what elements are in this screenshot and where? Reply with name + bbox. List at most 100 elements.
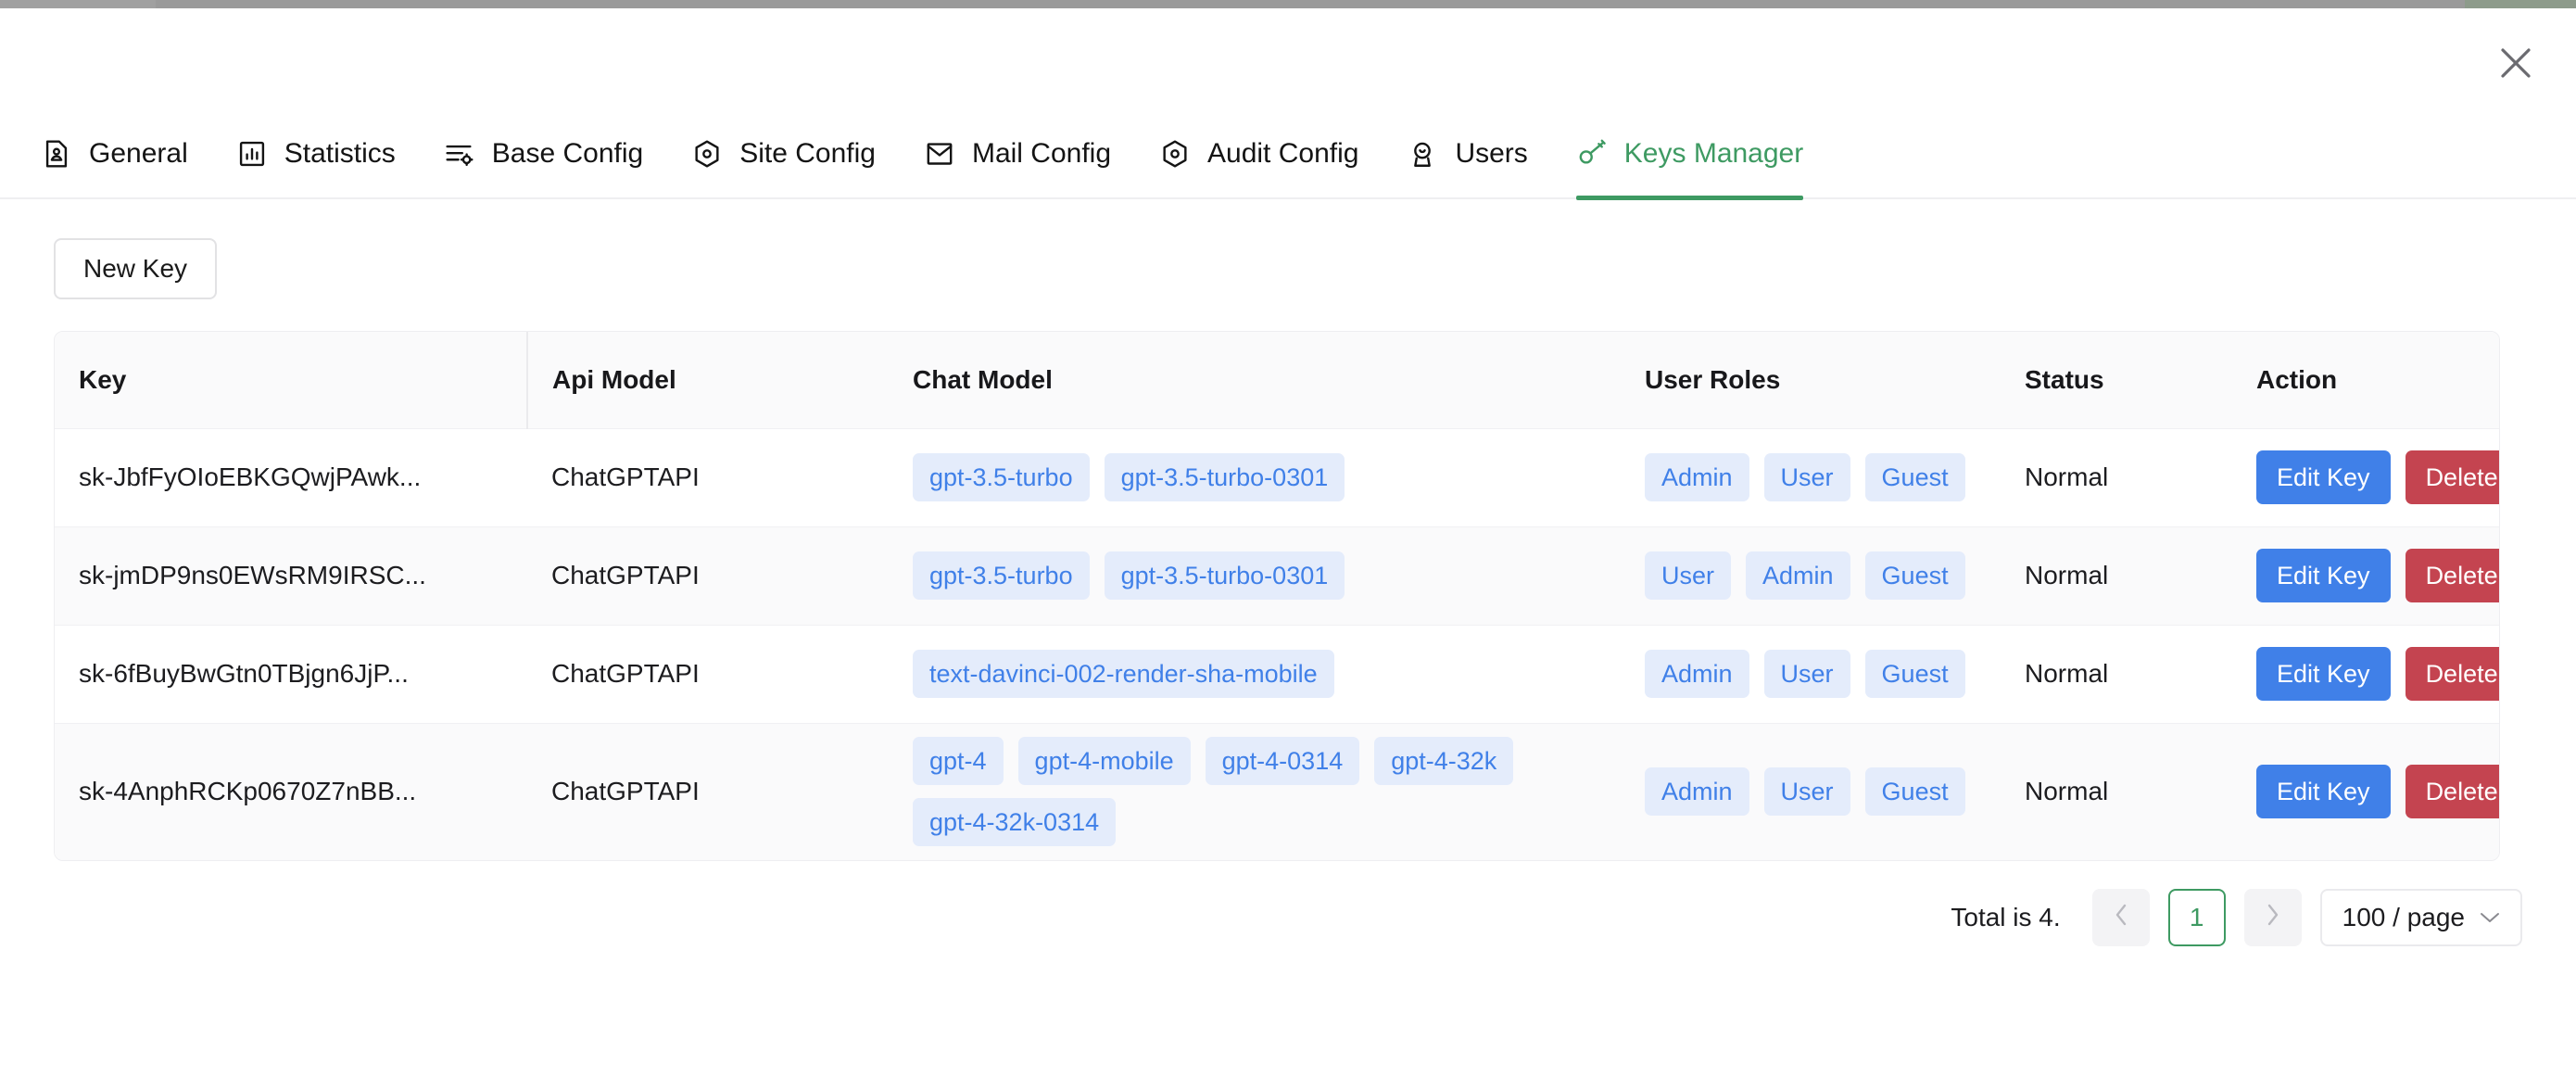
user-role-tag: Guest [1864, 551, 1965, 600]
edit-key-button[interactable]: Edit Key [2256, 450, 2391, 504]
pagination-page-1-button[interactable]: 1 [2167, 889, 2226, 946]
page-size-label: 100 / page [2342, 903, 2465, 931]
cell-key: sk-6fBuyBwGtn0TBjgn6JjP... [79, 659, 409, 688]
cell-user-roles: Admin User Guest [1621, 625, 2001, 723]
mail-icon [924, 138, 955, 170]
cell-status: Normal [2025, 777, 2109, 806]
tab-statistics[interactable]: Statistics [212, 109, 420, 198]
cell-status: Normal [2025, 462, 2109, 491]
user-role-tag: User [1763, 650, 1850, 698]
action-button-group: Edit Key Delete Key [2256, 549, 2499, 602]
cell-chat-models: gpt-3.5-turbo gpt-3.5-turbo-0301 [889, 526, 1621, 625]
tab-mail-config[interactable]: Mail Config [900, 109, 1135, 198]
delete-key-button[interactable]: Delete Key [2405, 549, 2499, 602]
chat-model-tag-list: text-davinci-002-render-sha-mobile [913, 650, 1621, 698]
tab-audit-config[interactable]: Audit Config [1135, 109, 1383, 198]
cell-api-model: ChatGPTAPI [551, 462, 700, 491]
delete-key-button[interactable]: Delete Key [2405, 765, 2499, 819]
user-role-tag: Admin [1645, 767, 1749, 817]
tab-general[interactable]: General [17, 109, 212, 198]
toolbar: New Key [0, 199, 2576, 299]
tab-site-config[interactable]: Site Config [667, 109, 900, 198]
user-role-tag: Admin [1645, 453, 1749, 501]
background-bleed-left [0, 0, 156, 8]
cell-key: sk-4AnphRCKp0670Z7nBB... [79, 777, 417, 806]
cell-action: Edit Key Delete Key [2232, 625, 2499, 723]
user-role-tag-list: Admin User Guest [1645, 453, 2001, 501]
pagination-next-button[interactable] [2243, 889, 2302, 946]
chevron-left-icon [2113, 902, 2129, 934]
tab-label: Statistics [284, 138, 396, 169]
cell-action: Edit Key Delete Key [2232, 723, 2499, 860]
pagination: Total is 4. 1 100 / page [0, 889, 2522, 946]
table-row: sk-JbfFyOIoEBKGQwjPAwk... ChatGPTAPI gpt-3… [55, 428, 2499, 526]
chat-model-tag: gpt-4-32k-0314 [913, 798, 1117, 847]
cell-user-roles: Admin User Guest [1621, 428, 2001, 526]
tab-label: Users [1455, 138, 1528, 169]
chat-model-tag: gpt-3.5-turbo [913, 453, 1090, 501]
user-role-tag-list: Admin User Guest [1645, 767, 2001, 817]
edit-key-button[interactable]: Edit Key [2256, 647, 2391, 701]
tab-base-config[interactable]: Base Config [420, 109, 667, 198]
keys-table-container: Key Api Model Chat Model User Roles Status Ac… [54, 331, 2500, 861]
chat-model-tag-list: gpt-4 gpt-4-mobile gpt-4-0314 gpt-4-32k gpt-… [913, 737, 1621, 847]
settings-modal: General Statistics Base Config Site Config M… [0, 8, 2576, 1077]
chat-model-tag: gpt-4-mobile [1017, 737, 1191, 786]
cell-action: Edit Key Delete Key [2232, 428, 2499, 526]
cell-key: sk-jmDP9ns0EWsRM9IRSC... [79, 561, 426, 589]
pagination-total: Total is 4. [1951, 903, 2061, 931]
cell-action: Edit Key Delete Key [2232, 526, 2499, 625]
settings-tab-bar: General Statistics Base Config Site Config M… [0, 109, 2576, 200]
column-header-key: Key [79, 364, 127, 394]
background-bleed-right [2465, 0, 2576, 8]
tab-label: Site Config [739, 138, 876, 169]
page-size-select[interactable]: 100 / page [2319, 889, 2522, 946]
chat-model-tag: gpt-4 [913, 737, 1004, 786]
chat-model-tag: gpt-4-32k [1374, 737, 1514, 786]
tab-label: General [89, 138, 188, 169]
user-role-tag: Guest [1864, 453, 1965, 501]
cell-chat-models: gpt-4 gpt-4-mobile gpt-4-0314 gpt-4-32k gpt-… [889, 723, 1621, 860]
background-bleed-strip [0, 0, 2576, 8]
table-row: sk-jmDP9ns0EWsRM9IRSC... ChatGPTAPI gpt-3.… [55, 526, 2499, 625]
user-role-tag: User [1645, 551, 1732, 600]
action-button-group: Edit Key Delete Key [2256, 647, 2499, 701]
cell-user-roles: Admin User Guest [1621, 723, 2001, 860]
document-user-icon [41, 138, 72, 170]
column-header-user-roles: User Roles [1645, 364, 1781, 394]
new-key-button[interactable]: New Key [54, 238, 218, 299]
edit-key-button[interactable]: Edit Key [2256, 765, 2391, 819]
bar-chart-icon [236, 138, 268, 170]
tab-label: Audit Config [1207, 138, 1359, 169]
chevron-down-icon [2480, 911, 2500, 924]
table-body: sk-JbfFyOIoEBKGQwjPAwk... ChatGPTAPI gpt-3… [55, 428, 2499, 860]
delete-key-button[interactable]: Delete Key [2405, 450, 2499, 504]
cell-chat-models: text-davinci-002-render-sha-mobile [889, 625, 1621, 723]
cell-api-model: ChatGPTAPI [551, 561, 700, 589]
sliders-gear-icon [444, 138, 475, 170]
tab-label: Base Config [491, 138, 644, 169]
user-role-tag: User [1763, 453, 1850, 501]
user-role-tag: Admin [1746, 551, 1850, 600]
pagination-prev-button[interactable] [2091, 889, 2150, 946]
chat-model-tag: gpt-4-0314 [1205, 737, 1360, 786]
hexagon-dot-icon [1159, 138, 1191, 170]
chevron-right-icon [2265, 902, 2281, 934]
keys-table: Key Api Model Chat Model User Roles Status Ac… [55, 332, 2499, 860]
chat-model-tag-list: gpt-3.5-turbo gpt-3.5-turbo-0301 [913, 453, 1621, 501]
delete-key-button[interactable]: Delete Key [2405, 647, 2499, 701]
cell-api-model: ChatGPTAPI [551, 777, 700, 806]
cell-api-model: ChatGPTAPI [551, 659, 700, 688]
cell-status: Normal [2025, 561, 2109, 589]
hexagon-dot-icon [691, 138, 723, 170]
edit-key-button[interactable]: Edit Key [2256, 549, 2391, 602]
table-header: Key Api Model Chat Model User Roles Status Ac… [55, 332, 2499, 428]
user-role-tag-list: User Admin Guest [1645, 551, 2001, 600]
keys-manager-panel: New Key Key Api Model Chat Model User Roles… [0, 199, 2576, 946]
close-button[interactable] [2494, 42, 2537, 84]
tab-users[interactable]: Users [1383, 109, 1551, 198]
tab-keys-manager[interactable]: Keys Manager [1552, 109, 1827, 200]
tab-label: Mail Config [971, 138, 1112, 169]
table-row: sk-4AnphRCKp0670Z7nBB... ChatGPTAPI gpt-4 g… [55, 723, 2499, 860]
action-button-group: Edit Key Delete Key [2256, 450, 2499, 504]
